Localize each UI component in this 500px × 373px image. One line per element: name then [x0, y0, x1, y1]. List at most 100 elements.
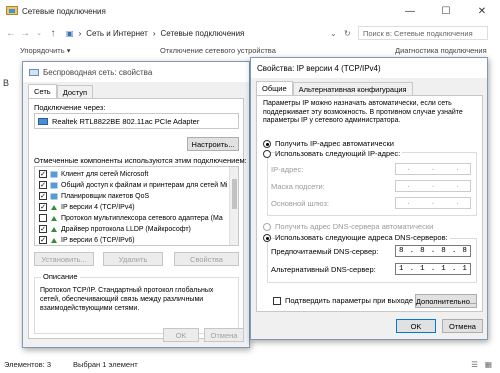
component-checkbox[interactable]: ✓ [39, 225, 47, 233]
component-label: IP версии 6 (TCP/IPv6) [61, 236, 135, 244]
tab-general[interactable]: Общие [256, 81, 293, 95]
network-folder-icon [6, 6, 18, 15]
properties-button[interactable]: Свойства [174, 252, 239, 266]
description-group: Описание Протокол TCP/IP. Стандартный пр… [34, 272, 239, 334]
ip-manual-label[interactable]: Использовать следующий IP-адрес: [275, 149, 403, 158]
remove-button[interactable]: Удалить [103, 252, 163, 266]
refresh-icon[interactable]: ↻ [344, 29, 351, 38]
breadcrumb: ▣ › Сеть и Интернет › Сетевые подключени… [66, 28, 245, 38]
cancel-button[interactable]: Отмена [204, 328, 244, 342]
validate-checkbox[interactable] [273, 297, 281, 305]
back-arrow-icon[interactable]: ← [4, 28, 18, 39]
ok-button[interactable]: OK [396, 319, 436, 333]
list-item[interactable]: ✓ IP версии 6 (TCP/IPv6) [39, 235, 135, 245]
list-item[interactable]: ✓ Клиент для сетей Microsoft [39, 169, 148, 179]
explorer-title: Сетевые подключения [22, 6, 106, 16]
preferred-dns-label: Предпочитаемый DNS-сервер: [271, 247, 379, 256]
wifi-adapter-icon [29, 68, 39, 76]
disable-device-button[interactable]: Отключение сетевого устройства [160, 46, 276, 55]
tiles-view-icon[interactable]: ▦ [485, 360, 492, 369]
dns-manual-label[interactable]: Использовать следующие адреса DNS-сервер… [275, 233, 450, 242]
list-scrollbar[interactable] [229, 167, 238, 245]
protocol-icon [51, 237, 57, 243]
component-label: Общий доступ к файлам и принтерам для се… [61, 181, 228, 189]
command-bar: Упорядочить ▾ Отключение сетевого устрой… [0, 44, 500, 58]
adapter-name: Realtek RTL8822BE 802.11ac PCIe Adapter [52, 117, 200, 126]
install-button[interactable]: Установить... [34, 252, 94, 266]
up-arrow-icon[interactable]: ↑ [46, 28, 60, 39]
ip-address-group: Получить IP-адрес автоматически Использо… [263, 132, 477, 216]
list-item[interactable]: ✓ IP версии 4 (TCP/IPv4) [39, 202, 135, 212]
ip-manual-radio[interactable] [263, 150, 271, 158]
search-input[interactable]: Поиск в: Сетевые подключения [358, 26, 488, 40]
list-item[interactable]: Протокол мультиплексора сетевого адаптер… [39, 213, 223, 223]
forward-arrow-icon[interactable]: → [18, 28, 32, 39]
dns-group: Получить адрес DNS-сервера автоматически… [263, 221, 477, 287]
subnet-mask-label: Маска подсети: [271, 182, 325, 191]
dns-auto-radio[interactable] [263, 223, 271, 231]
component-checkbox[interactable]: ✓ [39, 236, 47, 244]
list-item[interactable]: ✓ Драйвер протокола LLDP (Майкрософт) [39, 224, 191, 234]
explorer-titlebar: Сетевые подключения — ☐ ✕ [0, 0, 500, 22]
sidebar-letter: В [3, 78, 10, 88]
details-view-icon[interactable]: ☰ [471, 360, 478, 369]
components-label: Отмеченные компоненты используются этим … [34, 156, 247, 165]
subnet-mask-field: . . . [395, 180, 471, 192]
network-client-icon [50, 171, 58, 177]
adapter-field: Realtek RTL8822BE 802.11ac PCIe Adapter [34, 113, 239, 129]
qos-icon [50, 193, 58, 199]
intro-text: Параметры IP можно назначать автоматичес… [263, 100, 463, 124]
cancel-button[interactable]: Отмена [442, 319, 483, 333]
gateway-field: . . . [395, 197, 471, 209]
ip-auto-radio[interactable] [263, 140, 271, 148]
organize-button[interactable]: Упорядочить ▾ [20, 46, 70, 55]
diagnose-button[interactable]: Диагностика подключения [395, 46, 487, 55]
component-label: Планировщик пакетов QoS [61, 192, 150, 200]
connect-using-label: Подключение через: [34, 103, 106, 112]
status-bar: Элементов: 3 Выбран 1 элемент ☰ ▦ [0, 355, 500, 373]
file-share-icon [50, 182, 58, 188]
component-checkbox[interactable] [39, 214, 47, 222]
network-tab-panel: Подключение через: Realtek RTL8822BE 802… [28, 98, 247, 339]
configure-button[interactable]: Настроить... [187, 137, 239, 151]
advanced-button[interactable]: Дополнительно... [415, 294, 477, 308]
component-checkbox[interactable]: ✓ [39, 170, 47, 178]
tab-sharing[interactable]: Доступ [56, 85, 94, 98]
description-title: Описание [41, 272, 80, 281]
tab-network[interactable]: Сеть [28, 84, 57, 98]
ipv4-properties-dialog: Свойства: IP версии 4 (TCP/IPv4) Общие А… [250, 57, 488, 340]
tab-alternate-config[interactable]: Альтернативная конфигурация [292, 82, 413, 95]
ok-button[interactable]: OK [163, 328, 199, 342]
status-selected: Выбран 1 элемент [73, 359, 138, 369]
ip-auto-label[interactable]: Получить IP-адрес автоматически [275, 139, 394, 148]
protocol-icon [51, 226, 57, 232]
component-label: Драйвер протокола LLDP (Майкрософт) [61, 225, 191, 233]
component-checkbox[interactable]: ✓ [39, 192, 47, 200]
component-checkbox[interactable]: ✓ [39, 203, 47, 211]
list-item[interactable]: ✓ Общий доступ к файлам и принтерам для … [39, 180, 228, 190]
component-checkbox[interactable]: ✓ [39, 181, 47, 189]
alternate-dns-field[interactable]: 1. 1. 1. 1 [395, 263, 471, 275]
status-item-count: Элементов: 3 [4, 359, 52, 369]
component-label: Клиент для сетей Microsoft [61, 170, 149, 178]
dns-manual-radio[interactable] [263, 234, 271, 242]
ip-address-field: . . . [395, 163, 471, 175]
network-adapter-icon [38, 118, 48, 125]
list-item[interactable]: ✓ Планировщик пакетов QoS [39, 191, 149, 201]
validate-label[interactable]: Подтвердить параметры при выходе [285, 296, 413, 305]
ip-address-label: IP-адрес: [271, 165, 304, 174]
recent-chevron-icon[interactable]: ⌄ [32, 29, 46, 37]
protocol-icon [51, 215, 57, 221]
close-button[interactable]: ✕ [464, 0, 500, 22]
minimize-button[interactable]: — [392, 0, 428, 22]
component-label: Протокол мультиплексора сетевого адаптер… [61, 214, 223, 222]
preferred-dns-field[interactable]: 8. 8. 8. 8 [395, 245, 471, 257]
maximize-button[interactable]: ☐ [428, 0, 464, 22]
breadcrumb-network-internet[interactable]: Сеть и Интернет [86, 29, 148, 38]
breadcrumb-root-icon[interactable]: ▣ [66, 29, 74, 38]
scrollbar-thumb[interactable] [232, 179, 237, 209]
dns-auto-label[interactable]: Получить адрес DNS-сервера автоматически [275, 222, 433, 231]
description-text: Протокол TCP/IP. Стандартный протокол гл… [40, 287, 214, 312]
address-dropdown-icon[interactable]: ⌄ [330, 29, 337, 38]
breadcrumb-network-connections[interactable]: Сетевые подключения [161, 29, 245, 38]
